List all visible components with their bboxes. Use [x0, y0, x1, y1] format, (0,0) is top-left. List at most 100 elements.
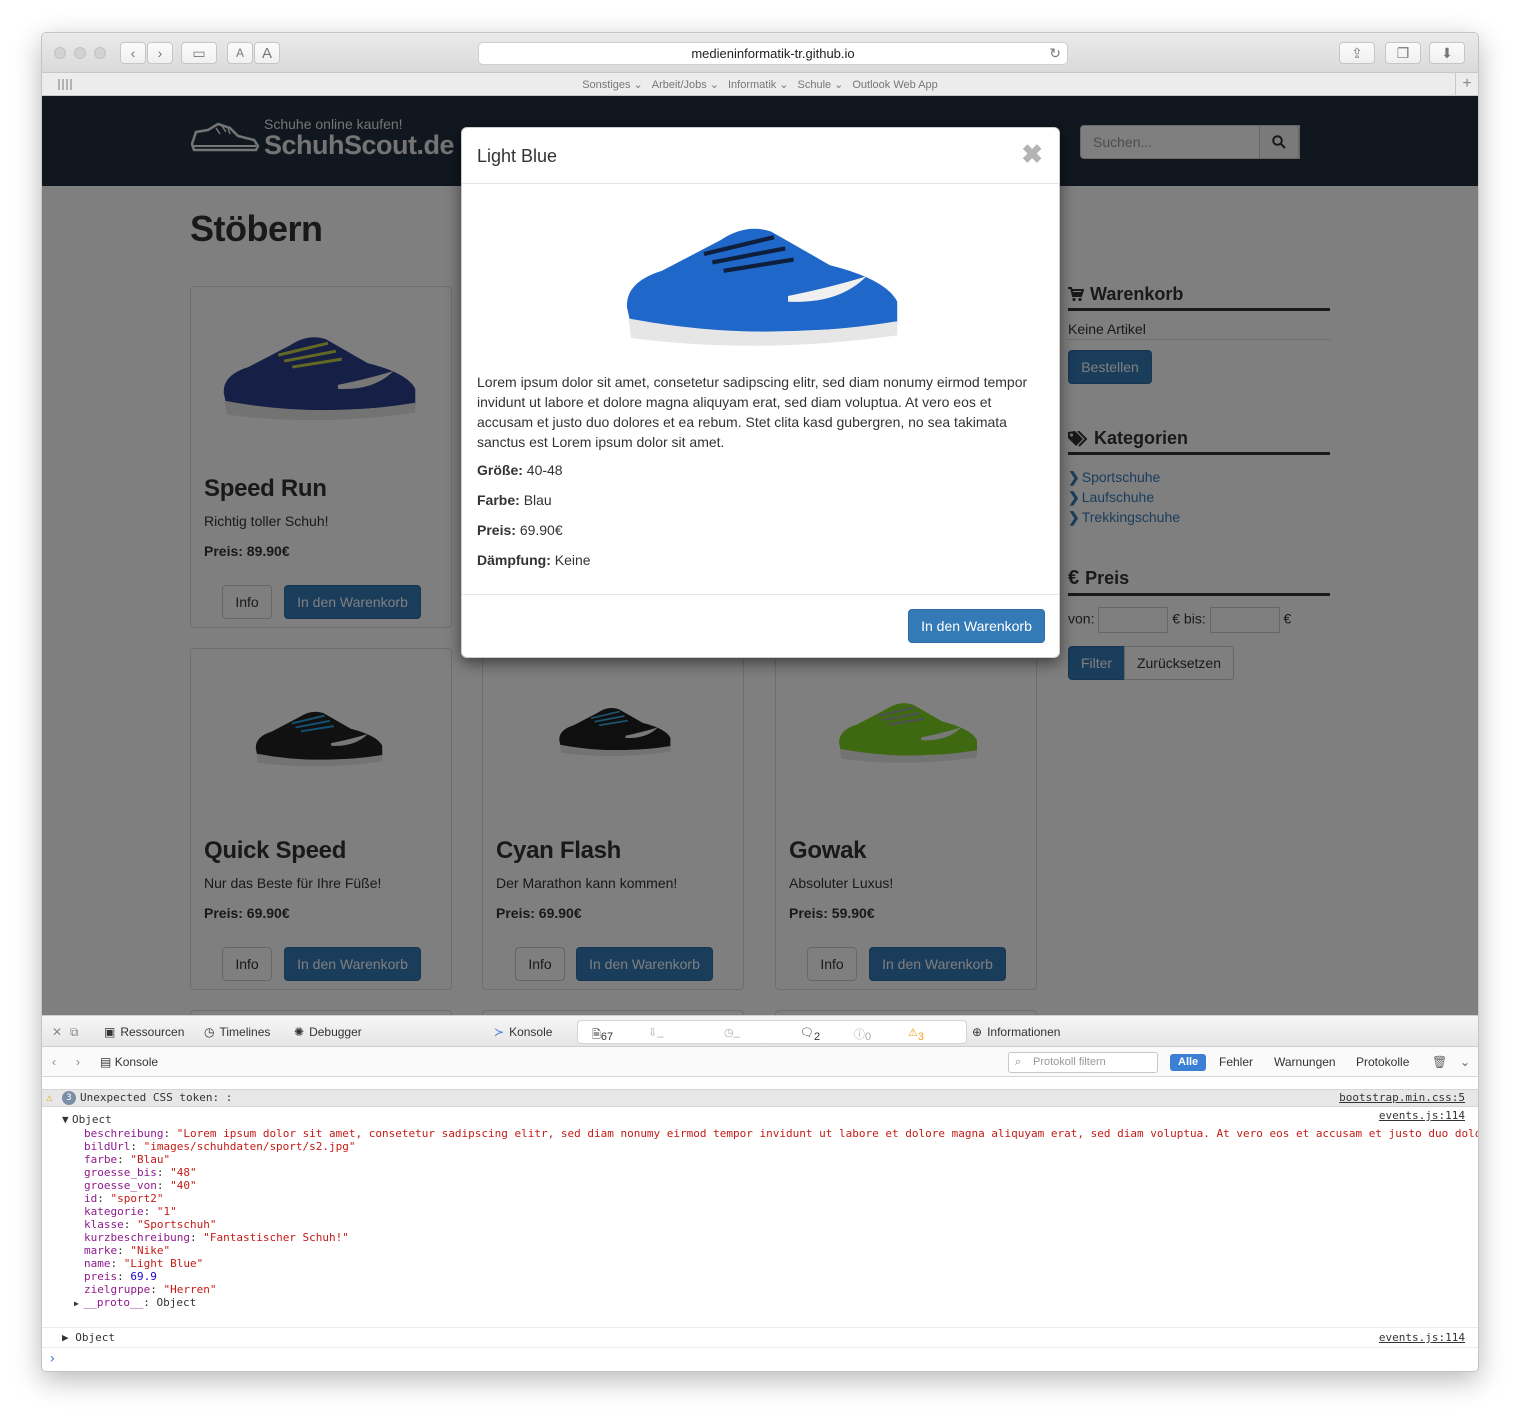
- network-count[interactable]: ⇩ –: [648, 1026, 663, 1043]
- clear-log-icon[interactable]: 🗑: [1432, 1055, 1447, 1069]
- log-count[interactable]: 🗨 2: [800, 1026, 820, 1043]
- back-button[interactable]: ‹: [120, 42, 146, 64]
- undock-icon[interactable]: ⧉: [70, 1025, 79, 1040]
- warning-repeat-badge: 3: [62, 1091, 76, 1105]
- favorites-bar: Sonstiges ⌄ Arbeit/Jobs ⌄ Informatik ⌄ Schule ⌄…: [42, 73, 1478, 96]
- property-key: groesse_von: [84, 1179, 157, 1192]
- log-filter-input[interactable]: ⌕ Protokoll filtern: [1008, 1052, 1158, 1073]
- filter-all[interactable]: Alle: [1170, 1054, 1207, 1071]
- warning-message: Unexpected CSS token: :: [80, 1091, 233, 1104]
- damping-label: Dämpfung:: [477, 552, 551, 568]
- object-property: preis: 69.9: [84, 1270, 157, 1283]
- browser-toolbar: ‹ › ▭ A A medieninformatik-tr.github.io …: [42, 33, 1478, 73]
- close-icon[interactable]: ✖: [1021, 139, 1043, 170]
- property-value: "images/schuhdaten/sport/s2.jpg": [143, 1140, 356, 1153]
- damping-row: Dämpfung: Keine: [477, 552, 591, 568]
- warning-source-link[interactable]: bootstrap.min.css:5: [1339, 1090, 1465, 1106]
- downloads-icon[interactable]: ⬇: [1429, 42, 1465, 64]
- color-value: Blau: [523, 492, 552, 508]
- error-count[interactable]: ⓘ 0: [854, 1026, 871, 1043]
- console-breadcrumb[interactable]: ▤ Konsole: [100, 1055, 158, 1069]
- object-property: marke: "Nike": [84, 1244, 171, 1257]
- property-key: __proto__: [83, 1296, 144, 1309]
- property-value: Object: [156, 1296, 197, 1309]
- object-property: id: "sport2": [84, 1192, 164, 1205]
- share-icon[interactable]: ⇪: [1339, 42, 1375, 64]
- property-key: zielgruppe: [84, 1283, 151, 1296]
- text-larger-button[interactable]: A: [254, 42, 280, 64]
- collapsed-disclosure-icon: ▶: [62, 1331, 69, 1344]
- crosshair-icon: ⊕: [972, 1025, 983, 1039]
- filter-logs[interactable]: Protokolle: [1356, 1055, 1409, 1069]
- property-value: "sport2": [110, 1192, 164, 1205]
- product-modal: Light Blue ✖ Lorem ipsum dolor sit amet,…: [461, 127, 1060, 658]
- proto-disclosure-icon: ▶: [74, 1299, 84, 1308]
- tab-console[interactable]: ≻ Konsole: [494, 1025, 552, 1039]
- url-text: medieninformatik-tr.github.io: [691, 46, 855, 61]
- price-label: Preis:: [477, 522, 516, 538]
- resource-count[interactable]: 🗎 67: [592, 1026, 613, 1045]
- resources-icon: ▣: [104, 1025, 116, 1039]
- property-key: kategorie: [84, 1205, 144, 1218]
- close-window-button[interactable]: [54, 47, 66, 59]
- object-property[interactable]: ▶ __proto__: Object: [74, 1296, 196, 1310]
- reload-icon[interactable]: ↻: [1049, 43, 1061, 64]
- tab-timelines[interactable]: ◷ Timelines: [204, 1025, 270, 1039]
- object-property: name: "Light Blue": [84, 1257, 204, 1270]
- property-key: bildUrl: [84, 1140, 131, 1153]
- tab-information[interactable]: ⊕ Informationen: [972, 1025, 1060, 1039]
- favorite-item[interactable]: Sonstiges: [582, 79, 630, 91]
- object-property: bildUrl: "images/schuhdaten/sport/s2.jpg…: [84, 1140, 356, 1153]
- console-doc-icon: ▤: [100, 1055, 112, 1069]
- filter-errors[interactable]: Fehler: [1219, 1055, 1253, 1069]
- console-prompt[interactable]: ›: [48, 1351, 56, 1367]
- tab-debugger[interactable]: ✺ Debugger: [294, 1025, 362, 1039]
- expand-icon[interactable]: ⌄: [1460, 1055, 1470, 1069]
- property-value: "Nike": [130, 1244, 171, 1257]
- modal-title: Light Blue: [477, 146, 558, 166]
- property-key: marke: [84, 1244, 118, 1257]
- object2-source-link[interactable]: events.js:114: [1379, 1331, 1465, 1344]
- text-smaller-button[interactable]: A: [227, 42, 253, 64]
- tab-resources[interactable]: ▣ Ressourcen: [104, 1025, 184, 1039]
- console-object-collapsed[interactable]: ▶ Object: [62, 1331, 115, 1344]
- tabs-overview-icon[interactable]: ❐: [1385, 42, 1421, 64]
- color-row: Farbe: Blau: [477, 492, 552, 508]
- property-value: "Fantastischer Schuh!": [203, 1231, 349, 1244]
- favorite-item[interactable]: Outlook Web App: [852, 79, 937, 91]
- address-bar[interactable]: medieninformatik-tr.github.io ↻: [478, 42, 1068, 65]
- property-value: "Light Blue": [123, 1257, 204, 1270]
- size-value: 40-48: [526, 462, 563, 478]
- modal-header: Light Blue ✖: [462, 128, 1059, 184]
- property-value: "Blau": [130, 1153, 171, 1166]
- close-inspector-icon[interactable]: ✕: [52, 1025, 62, 1039]
- debugger-icon: ✺: [294, 1025, 305, 1039]
- warning-count[interactable]: ⚠ 3: [908, 1026, 924, 1043]
- property-value: "Herren": [163, 1283, 217, 1296]
- favorite-item[interactable]: Informatik: [728, 79, 776, 91]
- minimize-window-button[interactable]: [74, 47, 86, 59]
- favorite-item[interactable]: Schule: [798, 79, 832, 91]
- property-value: "Sportschuh": [137, 1218, 217, 1231]
- object-property: beschreibung: "Lorem ipsum dolor sit ame…: [84, 1127, 1478, 1140]
- forward-button[interactable]: ›: [147, 42, 173, 64]
- warning-icon: ⚠: [46, 1091, 53, 1104]
- inspector-toolbar: ✕ ⧉ ▣ Ressourcen ◷ Timelines ✺ Debugger ≻ Ko…: [42, 1015, 1478, 1047]
- property-key: farbe: [84, 1153, 118, 1166]
- console-warning: ⚠ 3 Unexpected CSS token: : bootstrap.mi…: [42, 1089, 1478, 1107]
- web-inspector: ✕ ⧉ ▣ Ressourcen ◷ Timelines ✺ Debugger ≻ Ko…: [42, 1015, 1478, 1371]
- zoom-window-button[interactable]: [94, 47, 106, 59]
- size-row: Größe: 40-48: [477, 462, 563, 478]
- sidebar-toggle-icon[interactable]: ▭: [181, 42, 217, 64]
- favorite-item[interactable]: Arbeit/Jobs: [652, 79, 707, 91]
- new-tab-icon[interactable]: +: [1455, 73, 1478, 96]
- object-disclosure-icon[interactable]: ▼: [62, 1113, 69, 1126]
- nav-forward-icon[interactable]: ›: [76, 1055, 80, 1069]
- chevron-down-icon: ⌄: [779, 79, 789, 91]
- modal-add-to-cart-button[interactable]: In den Warenkorb: [908, 609, 1045, 643]
- property-value: "1": [156, 1205, 177, 1218]
- filter-warnings[interactable]: Warnungen: [1274, 1055, 1336, 1069]
- load-time[interactable]: ◷ –: [724, 1026, 740, 1043]
- object-property: kurzbeschreibung: "Fantastischer Schuh!": [84, 1231, 349, 1244]
- nav-back-icon[interactable]: ‹: [52, 1055, 56, 1069]
